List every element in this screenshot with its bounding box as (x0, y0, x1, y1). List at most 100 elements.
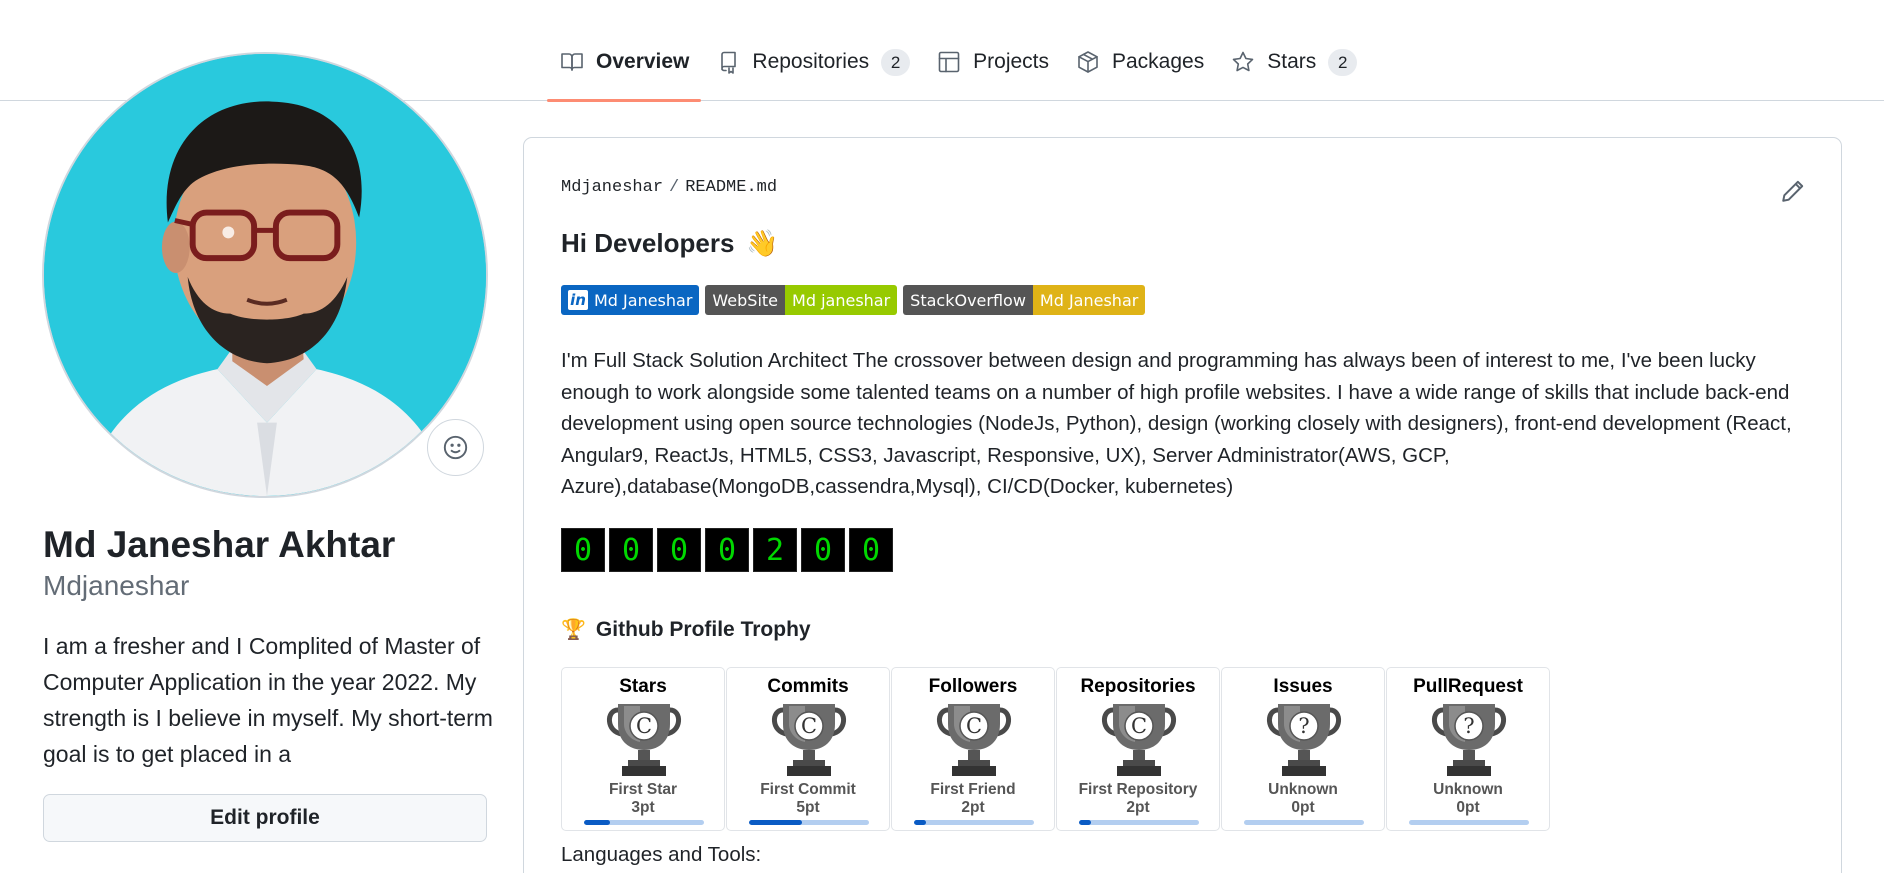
trophy-progress-fill (749, 820, 802, 825)
trophy-progress-bar (1079, 820, 1199, 825)
trophy-progress-fill (1079, 820, 1091, 825)
edit-readme-button[interactable] (1780, 178, 1808, 206)
trophy-points: 3pt (631, 799, 655, 816)
trophy-progress-bar (584, 820, 704, 825)
counter-digit: 0 (849, 528, 893, 572)
trophy-title: Repositories (1080, 676, 1196, 697)
trophy-progress-bar (1244, 820, 1364, 825)
trophy-cup: ? (1429, 702, 1509, 778)
trophy-name: First Star (608, 781, 678, 798)
counter-digit: 2 (753, 528, 797, 572)
table-icon (936, 49, 962, 75)
readme-description: I'm Full Stack Solution Architect The cr… (561, 349, 1792, 498)
trophy-card: Commits C First Commit 5pt (726, 667, 890, 831)
trophy-cup: C (604, 702, 684, 778)
readme-file-name: README.md (685, 178, 778, 197)
counter-digit: 0 (609, 528, 653, 572)
profile-full-name: Md Janeshar Akhtar (43, 524, 396, 565)
trophy-cup: C (1099, 702, 1179, 778)
linkedin-badge[interactable]: in Md Janeshar (561, 285, 700, 315)
visitor-counter: 0 0 0 0 2 0 0 (561, 528, 897, 572)
tab-list: Overview Repositories 2 Projects Package… (547, 34, 1371, 102)
trophy-progress-bar (749, 820, 869, 825)
trophy-rank: ? (1463, 714, 1474, 738)
tab-label: Projects (973, 50, 1049, 73)
trophy-card: Issues ? Unknown 0pt (1221, 667, 1385, 831)
trophy-cup: ? (1264, 702, 1344, 778)
trophy-grid: Stars C First Star 3pt Commits C First C… (561, 667, 1551, 831)
trophy-cup-icon: C (772, 704, 846, 776)
badge-row: in Md Janeshar WebSite Md janeshar Stack… (561, 285, 1151, 315)
profile-bio: I am a fresher and I Complited of Master… (43, 633, 493, 767)
badge-label: Md Janeshar (594, 290, 693, 310)
trophy-rank: C (801, 714, 817, 738)
trophy-points: 0pt (1456, 799, 1480, 816)
tab-overview[interactable]: Overview (547, 34, 702, 102)
trophy-title: Issues (1273, 676, 1333, 697)
trophy-cup: C (769, 702, 849, 778)
tab-projects[interactable]: Projects (924, 34, 1061, 101)
trophy-rank: C (1131, 714, 1147, 738)
trophy-rank: ? (1298, 714, 1309, 738)
trophy-cup: C (934, 702, 1014, 778)
counter-digit: 0 (801, 528, 845, 572)
tab-label: Packages (1112, 50, 1205, 73)
trophy-card: Repositories C First Repository 2pt (1056, 667, 1220, 831)
badge-label: StackOverflow (903, 285, 1033, 315)
tab-repositories[interactable]: Repositories 2 (703, 34, 922, 101)
trophy-title: Commits (767, 676, 849, 697)
pencil-icon (1782, 180, 1804, 202)
book-icon (559, 49, 585, 75)
path-separator: / (669, 178, 680, 197)
trophy-name: Unknown (1268, 781, 1338, 798)
badge-left: in Md Janeshar (561, 285, 700, 315)
greeting-text: Hi Developers (561, 228, 735, 258)
trophy-points: 0pt (1291, 799, 1315, 816)
counter-digit: 0 (561, 528, 605, 572)
badge-label: WebSite (705, 285, 786, 315)
edit-profile-button[interactable]: Edit profile (43, 794, 487, 842)
profile-username: Mdjaneshar (43, 570, 190, 601)
linkedin-icon: in (568, 290, 588, 310)
tab-packages[interactable]: Packages (1063, 34, 1216, 101)
trophy-points: 2pt (1126, 799, 1150, 816)
trophy-title: PullRequest (1413, 676, 1523, 697)
trophy-name: First Friend (930, 781, 1016, 798)
star-icon (1230, 49, 1256, 75)
trophy-name: Unknown (1433, 781, 1503, 798)
trophy-card: Stars C First Star 3pt (561, 667, 725, 831)
repo-icon (715, 49, 741, 75)
profile-avatar-container (42, 52, 488, 498)
tab-label: Overview (596, 50, 690, 73)
set-status-button[interactable] (427, 419, 484, 476)
trophy-heading-text: Github Profile Trophy (595, 617, 811, 641)
trophy-card: Followers C First Friend 2pt (891, 667, 1055, 831)
trophy-progress-bar (914, 820, 1034, 825)
trophy-section-heading: 🏆 Github Profile Trophy (561, 617, 811, 642)
counter-digit: 0 (705, 528, 749, 572)
readme-owner-link[interactable]: Mdjaneshar (561, 178, 663, 197)
avatar[interactable] (42, 52, 488, 498)
counter-digit: 0 (657, 528, 701, 572)
trophy-cup-icon: C (937, 704, 1011, 776)
trophy-cup-icon: C (1102, 704, 1176, 776)
trophy-progress-bar (1409, 820, 1529, 825)
trophy-cup-icon: ? (1267, 704, 1341, 776)
package-icon (1075, 49, 1101, 75)
trophy-progress-fill (584, 820, 611, 825)
readme-heading: Hi Developers 👋 (561, 226, 779, 260)
website-badge[interactable]: WebSite Md janeshar (705, 285, 898, 315)
trophy-rank: C (966, 714, 982, 738)
smiley-icon (443, 435, 468, 460)
trophy-title: Followers (928, 676, 1018, 697)
tab-label: Repositories (752, 50, 870, 73)
readme-card: Mdjaneshar / README.md Hi Developers 👋 in … (523, 137, 1842, 873)
stars-count-badge: 2 (1328, 49, 1358, 76)
trophy-icon: 🏆 (561, 619, 586, 641)
repositories-count-badge: 2 (881, 49, 911, 76)
tab-stars[interactable]: Stars 2 (1218, 34, 1369, 101)
stackoverflow-badge[interactable]: StackOverflow Md Janeshar (903, 285, 1146, 315)
badge-value: Md janeshar (785, 285, 898, 315)
trophy-points: 5pt (796, 799, 820, 816)
trophy-card: PullRequest ? Unknown 0pt (1386, 667, 1550, 831)
